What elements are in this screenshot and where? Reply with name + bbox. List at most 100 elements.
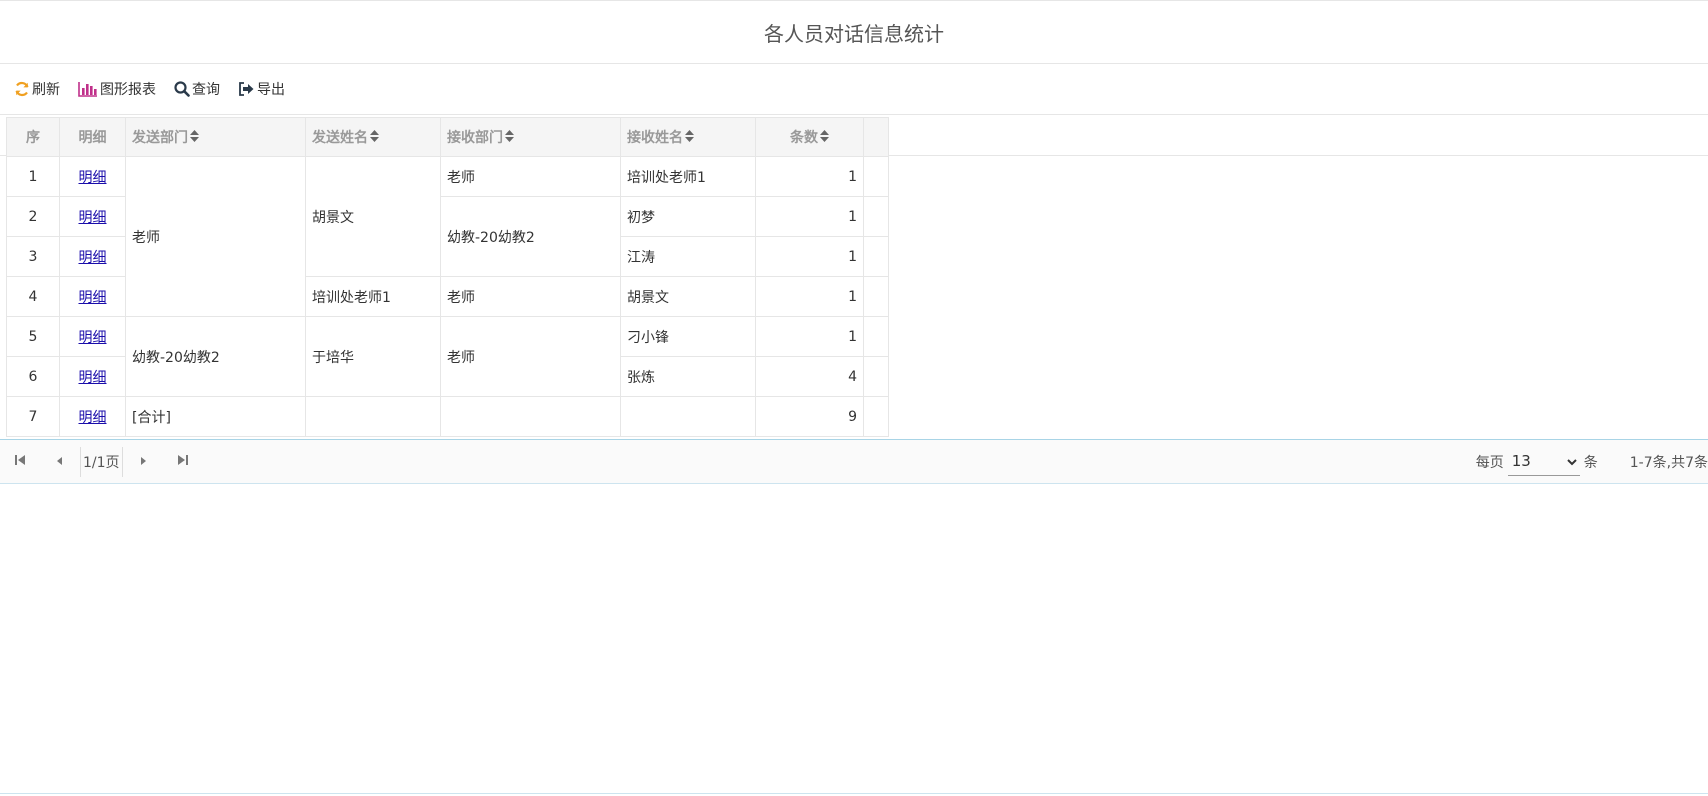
stats-table: 序 明细 发送部门 发送姓名 接收部门 接收姓名 条数 1 明细 老师 胡景文 … xyxy=(6,117,889,437)
col-seq: 序 xyxy=(6,117,60,157)
col-detail: 明细 xyxy=(59,117,126,157)
recv-dept-cell: 幼教-20幼教2 xyxy=(440,196,621,277)
detail-cell: 明细 xyxy=(59,356,126,397)
detail-cell: 明细 xyxy=(59,396,126,437)
row-seq: 7 xyxy=(6,396,60,437)
page-title: 各人员对话信息统计 xyxy=(0,0,1708,64)
recv-name-cell: 培训处老师1 xyxy=(620,156,756,197)
count-cell: 1 xyxy=(755,156,864,197)
last-page-button[interactable] xyxy=(163,440,203,483)
search-icon xyxy=(174,81,190,97)
count-cell: 1 xyxy=(755,276,864,317)
table-row-total: 7 明细 [合计] 9 xyxy=(6,396,889,437)
recv-name-cell: 江涛 xyxy=(620,236,756,277)
export-button[interactable]: 导出 xyxy=(238,79,285,99)
spacer-cell xyxy=(863,316,889,357)
send-dept-cell: 幼教-20幼教2 xyxy=(125,316,306,397)
pager-right: 每页 13 条 1-7条,共7条 xyxy=(1475,447,1708,476)
col-spacer xyxy=(863,117,889,157)
row-seq: 4 xyxy=(6,276,60,317)
row-seq: 5 xyxy=(6,316,60,357)
send-name-cell: 于培华 xyxy=(305,316,441,397)
detail-link[interactable]: 明细 xyxy=(79,170,107,186)
send-dept-cell: 老师 xyxy=(125,156,306,317)
send-name-cell: 培训处老师1 xyxy=(305,276,441,317)
sort-icon xyxy=(505,130,514,146)
spacer-cell xyxy=(863,396,889,437)
detail-cell: 明细 xyxy=(59,276,126,317)
col-count-label: 条数 xyxy=(790,130,818,146)
last-page-icon xyxy=(177,454,189,470)
toolbar: 刷新 图形报表 查询 导出 xyxy=(0,64,1708,115)
detail-link[interactable]: 明细 xyxy=(79,250,107,266)
next-page-button[interactable] xyxy=(123,440,163,483)
first-page-icon xyxy=(14,454,26,470)
detail-cell: 明细 xyxy=(59,196,126,237)
recv-name-cell xyxy=(620,396,756,437)
recv-name-cell: 张炼 xyxy=(620,356,756,397)
prev-page-button[interactable] xyxy=(40,440,80,483)
recv-dept-cell xyxy=(440,396,621,437)
count-cell: 1 xyxy=(755,196,864,237)
refresh-button[interactable]: 刷新 xyxy=(14,79,60,99)
detail-cell: 明细 xyxy=(59,316,126,357)
row-seq: 3 xyxy=(6,236,60,277)
spacer-cell xyxy=(863,236,889,277)
spacer-cell xyxy=(863,276,889,317)
col-recv-name-label: 接收姓名 xyxy=(627,130,683,146)
page-info: 1/1页 xyxy=(80,446,123,477)
col-recv-name[interactable]: 接收姓名 xyxy=(620,117,756,157)
table-row: 5 明细 幼教-20幼教2 于培华 老师 刁小锋 1 xyxy=(6,316,889,397)
per-page-select[interactable]: 13 xyxy=(1507,447,1580,476)
detail-link[interactable]: 明细 xyxy=(79,290,107,306)
total-label-cell: [合计] xyxy=(125,396,306,437)
row-seq: 6 xyxy=(6,356,60,397)
detail-link[interactable]: 明细 xyxy=(79,410,107,426)
chart-report-label: 图形报表 xyxy=(100,82,156,98)
col-send-dept-label: 发送部门 xyxy=(132,130,188,146)
spacer-cell xyxy=(863,196,889,237)
spacer-cell xyxy=(863,356,889,397)
send-name-cell: 胡景文 xyxy=(305,156,441,277)
col-recv-dept-label: 接收部门 xyxy=(447,130,503,146)
col-send-name[interactable]: 发送姓名 xyxy=(305,117,441,157)
col-send-name-label: 发送姓名 xyxy=(312,130,368,146)
col-send-dept[interactable]: 发送部门 xyxy=(125,117,306,157)
export-label: 导出 xyxy=(257,82,285,98)
send-name-cell xyxy=(305,396,441,437)
table-row: 1 明细 老师 胡景文 老师 培训处老师1 1 xyxy=(6,156,889,317)
detail-cell: 明细 xyxy=(59,156,126,197)
recv-dept-cell: 老师 xyxy=(440,156,621,197)
per-page-label: 每页 xyxy=(1475,454,1504,471)
sort-icon xyxy=(370,130,379,146)
recv-name-cell: 初梦 xyxy=(620,196,756,237)
first-page-button[interactable] xyxy=(0,440,40,483)
sort-icon xyxy=(685,130,694,146)
table-header-row: 序 明细 发送部门 发送姓名 接收部门 接收姓名 条数 xyxy=(6,117,889,157)
col-count[interactable]: 条数 xyxy=(755,117,864,157)
spacer-cell xyxy=(863,156,889,197)
detail-link[interactable]: 明细 xyxy=(79,370,107,386)
recv-dept-cell: 老师 xyxy=(440,316,621,397)
count-cell: 1 xyxy=(755,316,864,357)
query-label: 查询 xyxy=(192,82,220,98)
bar-chart-icon xyxy=(78,81,98,97)
refresh-icon xyxy=(14,81,30,97)
detail-cell: 明细 xyxy=(59,236,126,277)
count-cell: 1 xyxy=(755,236,864,277)
detail-link[interactable]: 明细 xyxy=(79,330,107,346)
count-cell: 9 xyxy=(755,396,864,437)
count-cell: 4 xyxy=(755,356,864,397)
sort-icon xyxy=(190,130,199,146)
col-recv-dept[interactable]: 接收部门 xyxy=(440,117,621,157)
recv-name-cell: 胡景文 xyxy=(620,276,756,317)
total-count-text: 1-7条,共7条 xyxy=(1629,454,1708,471)
recv-name-cell: 刁小锋 xyxy=(620,316,756,357)
pagination-bar: 1/1页 每页 13 条 1-7条,共7条 xyxy=(0,439,1708,484)
export-icon xyxy=(238,81,255,97)
query-button[interactable]: 查询 xyxy=(174,79,220,99)
detail-link[interactable]: 明细 xyxy=(79,210,107,226)
prev-page-icon xyxy=(56,454,64,470)
chart-report-button[interactable]: 图形报表 xyxy=(78,79,156,99)
next-page-icon xyxy=(139,454,147,470)
